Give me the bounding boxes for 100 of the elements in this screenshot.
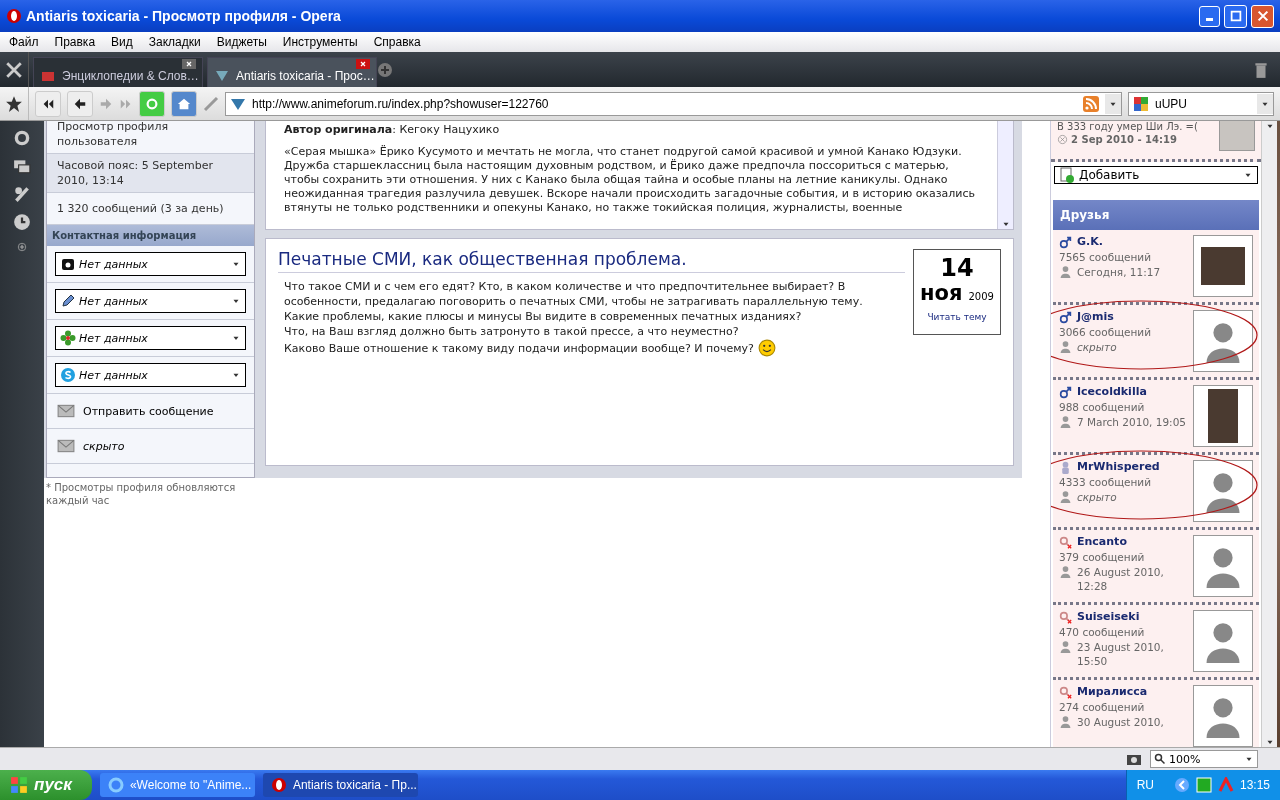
browser-tab[interactable]: Энциклопедии & Слов… (33, 57, 203, 87)
date-day: 14 (940, 254, 974, 282)
windows-icon[interactable] (13, 157, 31, 175)
contact-select[interactable]: Нет данных (55, 326, 246, 350)
close-button[interactable] (1251, 4, 1274, 28)
contact-select[interactable]: Нет данных (55, 252, 246, 276)
maximize-icon (1228, 9, 1243, 23)
post-count: 274 сообщений (1059, 700, 1146, 714)
gear-icon[interactable] (13, 129, 31, 147)
person-icon (1059, 340, 1072, 353)
opera-logo-icon (6, 8, 22, 24)
topic-title[interactable]: Печатные СМИ, как общественная проблема. (278, 249, 905, 273)
back-arrow-icon (73, 96, 87, 111)
add-page-icon (1059, 167, 1075, 183)
friends-header: Друзья (1053, 200, 1259, 230)
friend-name[interactable]: MrWhispered (1077, 460, 1160, 474)
topic-text: Что, на Ваш взгляд должно быть затронуто в такой прессе, а что неуместно? (284, 324, 739, 339)
friend-name[interactable]: J@mis (1077, 310, 1114, 324)
last-seen-text: 7 March 2010, 19:05 (1077, 415, 1187, 429)
tools-icon (5, 60, 23, 79)
search-field[interactable]: uUPU (1128, 91, 1274, 116)
address-field[interactable]: http://www.animeforum.ru/index.php?showuser=122760 (225, 91, 1122, 116)
send-message-link[interactable]: Отправить сообщение (83, 404, 214, 418)
menu-item[interactable]: Инструменты (275, 35, 365, 49)
author-line: Автор оригинала: Кегоку Нацухико (284, 123, 501, 137)
rewind-button[interactable] (35, 90, 61, 117)
person-icon (1059, 640, 1072, 653)
home-icon (177, 96, 191, 111)
friend-name[interactable]: Encanto (1077, 535, 1127, 549)
timezone-text: Часовой пояс: 5 September 2010, 13:14 (47, 154, 254, 193)
clock-icon[interactable] (13, 213, 31, 231)
contact-select[interactable]: Нет данных (55, 363, 246, 387)
taskbar-item[interactable]: Antiaris toxicaria - Пр... (262, 773, 418, 797)
taskbar-item[interactable]: «Welcome to "Anime... (99, 773, 255, 797)
close-icon (359, 60, 367, 68)
menu-item[interactable]: Правка (47, 35, 103, 49)
zoom-icon (1154, 753, 1166, 765)
read-topic-link[interactable]: Читать тему (927, 312, 987, 322)
friend-name[interactable]: Suiseiseki (1077, 610, 1140, 624)
contact-select[interactable]: Нет данных (55, 289, 246, 313)
section-header: Контактная информация (47, 225, 254, 246)
reload-icon (145, 96, 159, 111)
friend-name[interactable]: Миралисса (1077, 685, 1148, 699)
close-icon (185, 60, 193, 68)
topic-text: Какие проблемы, какие плюсы и минусы Вы видите в современных печатных изданиях? (284, 309, 802, 324)
avatar-frame[interactable] (1193, 385, 1253, 447)
footnote-text: * Просмотры профиля обновляются каждый час (45, 481, 237, 508)
person-icon (1059, 415, 1072, 428)
window-title: Antiaris toxicaria - Просмотр профиля - Opera (26, 8, 342, 24)
search-engine-icon (1133, 95, 1149, 112)
avatar-frame[interactable] (1193, 460, 1253, 522)
menu-item[interactable]: Вид (104, 35, 140, 49)
person-icon (1059, 715, 1072, 728)
menu-item[interactable]: Справка (366, 35, 428, 49)
friend-name[interactable]: G.K. (1077, 235, 1103, 249)
minimize-icon (1206, 17, 1213, 21)
topic-text: Каково Ваше отношение к такому виду подачи информации вообще? И почему? (284, 340, 754, 356)
description-text: «Серая мышка» Ёрико Кусумото и мечтать не могла, что станет подругой самой красивой и умной Канако Юдзуки. Дружба старшеклассниц была настоящим духовным родством, и Ёрико даже предпочла поссориться с матерью, чтобы сохранить эти отношения. У них с Канако была общая тайна и особые планы на летние каникулы. Однако неожиданная трагедия разлучила девушек. Вскоре начали происходить загадочные события, и в историю оказались втянуты не только родственники и опекуны Канако, но также токийская полиция, журналисты, военные (284, 145, 977, 215)
male-icon (1059, 385, 1072, 399)
tab-label: Antiaris toxicaria - Прос… (236, 68, 375, 83)
avatar-frame[interactable] (1193, 310, 1253, 372)
search-text: uUPU (1155, 96, 1188, 111)
zoom-select[interactable]: 100% (1150, 750, 1258, 768)
trash-icon[interactable] (1252, 60, 1270, 79)
last-seen-text: 26 August 2010, 12:28 (1077, 565, 1165, 593)
home-button[interactable] (171, 90, 197, 117)
pen-icon[interactable] (13, 185, 31, 203)
add-tab-icon[interactable] (377, 61, 393, 78)
person-icon (1059, 490, 1072, 503)
back-button[interactable] (67, 90, 93, 117)
browser-tab[interactable]: Antiaris toxicaria - Прос… (207, 57, 377, 87)
topic-text: особенности, предалагаю поговорить о печатных СМИ, чтобы не затрагивать параллельную тему. (284, 294, 863, 309)
close-icon (1255, 9, 1270, 23)
scrollbar[interactable] (1261, 121, 1277, 747)
status-date: 2 Sep 2010 - 14:19 (1071, 134, 1177, 145)
last-seen-text: Сегодня, 11:17 (1077, 265, 1161, 279)
female-icon (1059, 685, 1072, 699)
windows-logo-icon (10, 776, 28, 794)
tab-close-button[interactable] (182, 59, 196, 69)
topic-text: Что такое СМИ и с чем его едят? Кто, в каком количестве и что предпочтительнее выбирает? В (284, 279, 846, 294)
envelope-icon (57, 437, 75, 455)
post-count: 988 сообщений (1059, 400, 1146, 414)
plus-icon[interactable] (16, 241, 28, 253)
clock: 13:15 (1239, 778, 1270, 792)
menu-item[interactable]: Закладки (141, 35, 208, 49)
maximize-button[interactable] (1224, 4, 1247, 28)
minimize-button[interactable] (1199, 5, 1220, 27)
pencil-icon (60, 293, 76, 309)
female-icon (1059, 610, 1072, 624)
scrollbar[interactable] (997, 121, 1013, 229)
opera-logo-icon (270, 777, 287, 793)
photo-placeholder (1201, 247, 1245, 285)
post-count: 379 сообщений (1059, 550, 1146, 564)
friend-name[interactable]: Icecoldkilla (1077, 385, 1147, 399)
tab-close-button[interactable] (356, 59, 370, 69)
avatar-frame[interactable] (1193, 235, 1253, 297)
menu-item[interactable]: Файл (2, 35, 46, 49)
post-count: 3066 сообщений (1059, 325, 1153, 339)
add-select[interactable]: Добавить (1054, 166, 1258, 184)
menu-item[interactable]: Виджеты (209, 35, 274, 49)
